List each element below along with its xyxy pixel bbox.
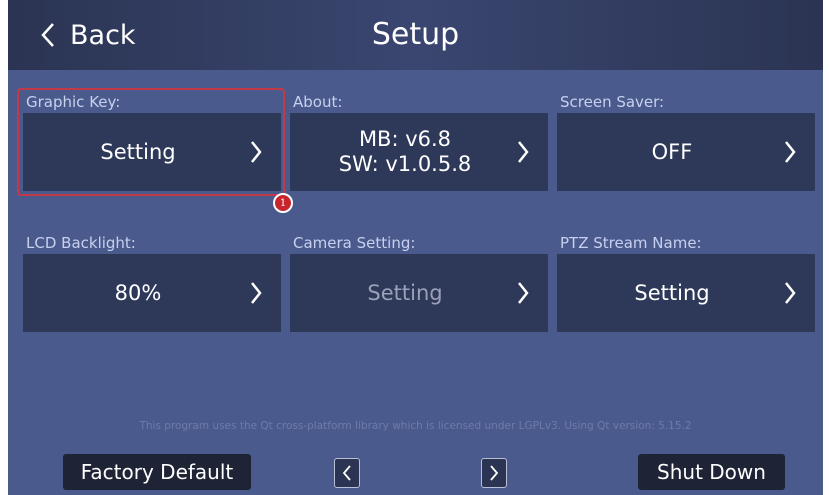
camera-setting-label: Camera Setting: (293, 234, 416, 252)
step-marker: 1 (273, 193, 293, 213)
header-bar: Back Setup (8, 0, 823, 70)
ptz-stream-name-label: PTZ Stream Name: (560, 234, 702, 252)
license-notice: This program uses the Qt cross-platform … (139, 420, 692, 432)
graphic-key-highlight-box (17, 88, 285, 196)
factory-default-button[interactable]: Factory Default (63, 454, 251, 490)
about-mb-version: MB: v6.8 (358, 127, 452, 151)
page-title: Setup (371, 17, 460, 52)
shut-down-button[interactable]: Shut Down (638, 454, 785, 490)
about-value: MB: v6.8 SW: v1.0.5.8 (290, 127, 510, 177)
chevron-right-icon (777, 139, 803, 165)
prev-page-button[interactable] (334, 458, 360, 488)
camera-setting-value: Setting (367, 280, 443, 305)
ptz-stream-name-value: Setting (634, 280, 710, 305)
screen-saver-tile[interactable]: OFF (557, 113, 815, 191)
prev-page-icon (342, 465, 351, 481)
setup-screen: Back Setup Graphic Key: Setting About: M… (8, 0, 823, 495)
chevron-right-icon (243, 280, 269, 306)
about-label: About: (293, 93, 343, 111)
screen-saver-label: Screen Saver: (560, 93, 665, 111)
lcd-backlight-value: 80% (114, 280, 162, 305)
ptz-stream-name-tile[interactable]: Setting (557, 254, 815, 332)
footer-bar: Factory Default Shut Down (8, 446, 823, 495)
camera-setting-tile[interactable]: Setting (290, 254, 548, 332)
about-tile[interactable]: MB: v6.8 SW: v1.0.5.8 (290, 113, 548, 191)
next-page-button[interactable] (481, 458, 507, 488)
lcd-backlight-tile[interactable]: 80% (23, 254, 281, 332)
lcd-backlight-label: LCD Backlight: (26, 234, 136, 252)
screen-saver-value: OFF (651, 139, 693, 164)
next-page-icon (490, 465, 499, 481)
chevron-right-icon (777, 280, 803, 306)
chevron-right-icon (510, 139, 536, 165)
about-sw-version: SW: v1.0.5.8 (338, 152, 472, 176)
chevron-right-icon (510, 280, 536, 306)
